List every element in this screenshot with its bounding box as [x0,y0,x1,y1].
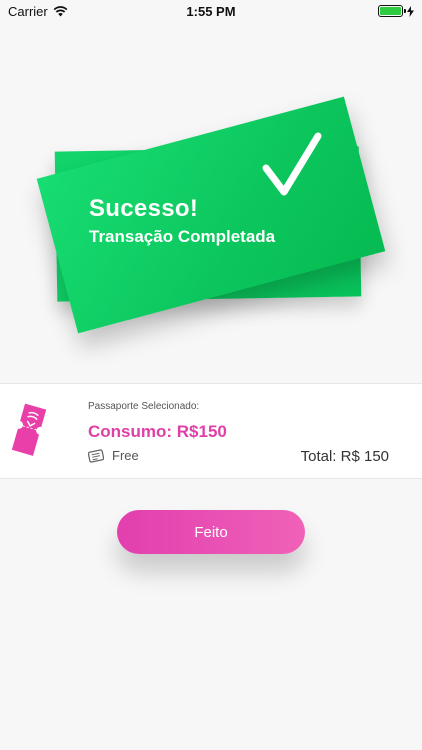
passport-type-row: Free [88,448,139,463]
status-bar: Carrier 1:55 PM [0,0,422,22]
carrier-label: Carrier [8,3,48,19]
checkmark-icon [262,132,322,196]
passport-name: Consumo: R$150 [88,422,227,441]
success-subtitle: Transação Completada [89,227,276,246]
passport-total: Total: R$ 150 [300,448,389,465]
done-button[interactable]: Feito [117,510,305,554]
success-card-group: Sucesso! Transação Completada [36,96,386,345]
pass-card-icon [88,448,104,463]
status-right [378,5,414,17]
status-left: Carrier [8,4,68,19]
passport-label: Passaporte Selecionado: [88,401,200,412]
success-title: Sucesso! [89,195,199,222]
selected-passport-panel: Passaporte Selecionado: Consumo: R$150 F… [0,383,422,479]
battery-icon [378,5,406,17]
battery-level [380,7,401,15]
ticket-icon [11,403,47,456]
passport-type: Free [112,448,139,463]
charging-bolt-icon [407,5,414,17]
wifi-icon [53,5,68,16]
success-card-text: Sucesso! Transação Completada [89,195,275,247]
